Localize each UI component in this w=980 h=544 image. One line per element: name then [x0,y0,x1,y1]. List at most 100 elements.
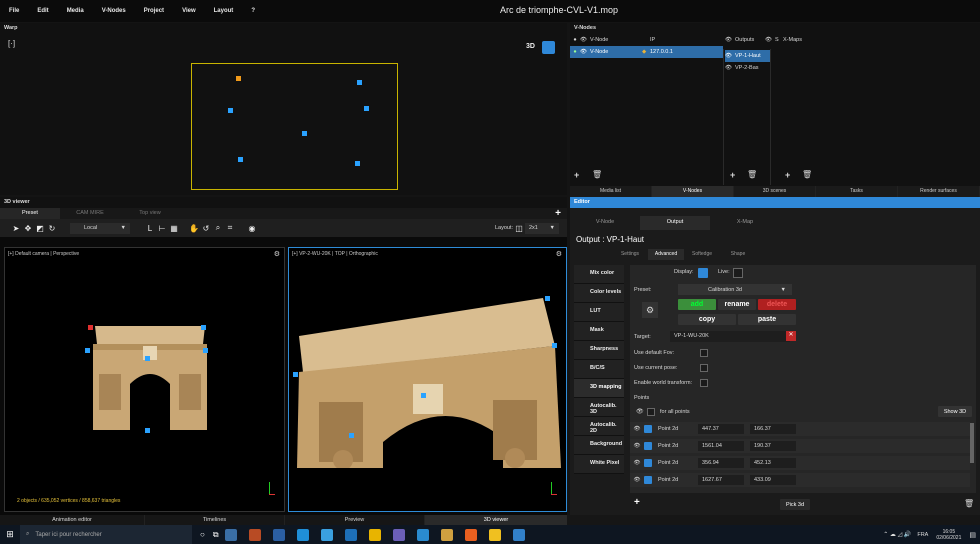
app-icon[interactable] [392,528,405,541]
menu-view[interactable]: View [173,8,205,14]
menu-project[interactable]: Project [135,8,173,14]
tab-cam-mire[interactable]: CAM MIRE [60,208,120,219]
tray-icons[interactable]: ⌃ ☁ ◿ 🔊 [883,531,911,538]
language-indicator[interactable]: FRA [917,532,928,538]
show-3d-button[interactable]: Show 3D [938,406,972,417]
gear-icon[interactable]: ⚙ [274,250,280,258]
fit-view-icon[interactable]: ⌗ [224,222,236,234]
tab-softedge[interactable]: Softedge [684,249,720,260]
tab-media-list[interactable]: Media list [570,186,652,197]
viewport-perspective[interactable]: [+] Default camera | Perspective ⚙ 2 obj… [4,247,285,512]
nav-color-levels[interactable]: Color levels [574,284,624,303]
nav-white-pixel[interactable]: White Pixel [574,455,624,474]
point-checkbox[interactable] [644,459,652,467]
camera-icon[interactable]: ◉ [246,222,258,234]
app-icon[interactable] [272,528,285,541]
copy-button[interactable]: copy [678,314,736,325]
nav-mix-color[interactable]: Mix color [574,265,624,284]
gear-icon[interactable]: ⚙ [556,250,562,258]
nav-autocalib-3d[interactable]: Autocalib. 3D [574,398,624,417]
calib-point[interactable] [293,372,298,377]
space-select[interactable]: Local ▼ [70,222,130,234]
eye-icon[interactable]: 👁 [630,477,644,483]
app-icon[interactable] [368,528,381,541]
warp-point[interactable] [228,108,233,113]
add-output-icon[interactable]: + [730,170,735,180]
app-icon[interactable] [488,528,501,541]
tab-3d-scenes[interactable]: 3D scenes [734,186,816,197]
point-y[interactable]: 452.13 [750,458,796,468]
delete-button[interactable]: delete [758,299,796,310]
hand-icon[interactable]: ✋ [188,222,200,234]
tab-vnodes[interactable]: V-Nodes [652,186,734,197]
viewport-orthographic[interactable]: [+] VP-2-WU-20K | TOP | Orthographic ⚙ [288,247,567,512]
frame-icon[interactable]: ⊢ [156,222,168,234]
clear-target-icon[interactable]: ✕ [786,331,796,341]
output-item[interactable]: 👁 VP-2-Bas [725,62,770,74]
tab-vnode[interactable]: V-Node [570,216,640,230]
menu-edit[interactable]: Edit [28,8,57,14]
point-row[interactable]: 👁 Point 2d 356.94 452.13 [630,456,970,470]
vnode-row[interactable]: ● 👁 V-Node ◆ 127.0.0.1 [570,46,723,58]
calib-point[interactable] [201,325,206,330]
tab-preview[interactable]: Preview [285,515,425,525]
point-y[interactable]: 166.37 [750,424,796,434]
point-row[interactable]: 👁 Point 2d 447.37 166.37 [630,422,970,436]
point-row[interactable]: 👁 Point 2d 1561.04 190.37 [630,439,970,453]
rotate-icon[interactable]: ↻ [46,222,58,234]
tab-top-view[interactable]: Top view [120,208,180,219]
nav-mask[interactable]: Mask [574,322,624,341]
grid-icon[interactable]: ▦ [168,222,180,234]
menu-file[interactable]: File [0,8,28,14]
tab-timelines[interactable]: Timelines [145,515,285,525]
tab-preset[interactable]: Preset [0,208,60,219]
point-checkbox[interactable] [644,476,652,484]
windows-start-icon[interactable]: ⊞ [0,529,20,540]
toggle-3d-button[interactable] [542,41,555,54]
taskbar-search[interactable]: ⌕ Taper ici pour rechercher [20,525,192,544]
clock[interactable]: 16:05 02/06/2021 [936,529,961,541]
app-icon[interactable] [224,528,237,541]
select-icon[interactable]: ➤ [10,222,22,234]
nav-3d-mapping[interactable]: 3D mapping [574,379,624,398]
app-icon[interactable] [440,528,453,541]
app-icon[interactable] [512,528,525,541]
task-view-icon[interactable]: ⧉ [213,530,219,540]
warp-canvas[interactable] [191,63,398,190]
tab-settings[interactable]: Settings [612,249,648,260]
point-checkbox[interactable] [644,442,652,450]
zoom-icon[interactable]: ⌕ [212,222,224,234]
orbit-icon[interactable]: ↺ [200,222,212,234]
move-icon[interactable]: ✥ [22,222,34,234]
app-icon[interactable] [464,528,477,541]
warp-point[interactable] [238,157,243,162]
notifications-icon[interactable]: ▤ [969,531,976,539]
pick-3d-button[interactable]: Pick 3d [780,499,810,510]
current-pose-checkbox[interactable] [700,364,708,372]
app-icon[interactable] [416,528,429,541]
calib-point[interactable] [545,296,550,301]
eye-icon[interactable]: 👁 [636,408,644,415]
gear-icon[interactable]: ⚙ [642,302,658,318]
tab-xmap[interactable]: X-Map [710,216,780,230]
nav-background[interactable]: Background [574,436,624,455]
nav-lut[interactable]: LUT [574,303,624,322]
add-xmap-icon[interactable]: + [785,170,790,180]
point-y[interactable]: 433.09 [750,475,796,485]
delete-point-icon[interactable]: 🗑 [964,499,974,508]
all-points-checkbox[interactable] [647,408,655,416]
warp-point[interactable] [364,106,369,111]
nav-sharpness[interactable]: Sharpness [574,341,624,360]
preset-select[interactable]: Calibration 3d ▼ [678,284,792,295]
calib-point[interactable] [421,393,426,398]
eye-icon[interactable]: 👁 [630,443,644,449]
output-item[interactable]: 👁 VP-1-Haut [725,50,770,62]
menu-help[interactable]: ? [242,8,264,14]
calib-point[interactable] [145,428,150,433]
fit-icon[interactable]: [·] [8,39,15,48]
calib-point[interactable] [85,348,90,353]
tab-3d-viewer[interactable]: 3D viewer [425,515,567,525]
app-icon[interactable] [248,528,261,541]
app-icon[interactable] [320,528,333,541]
eye-icon[interactable]: 👁 [630,460,644,466]
